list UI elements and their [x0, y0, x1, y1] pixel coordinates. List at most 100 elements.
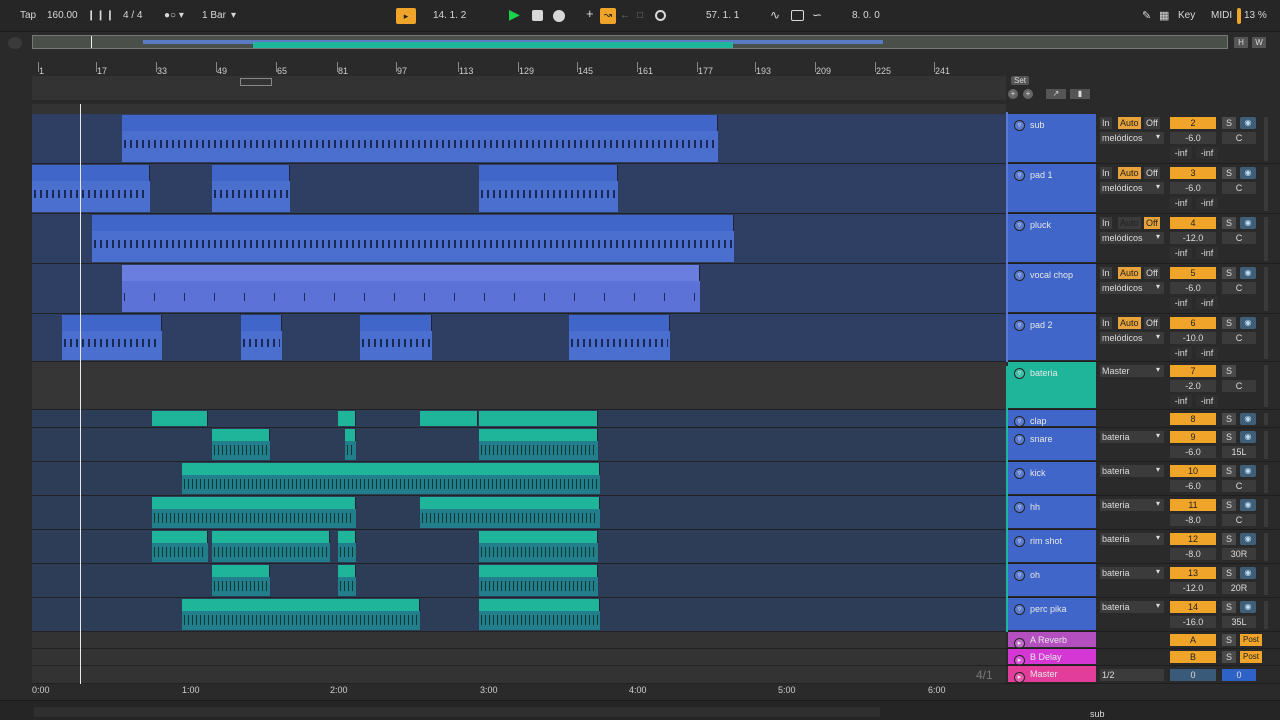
send-b-field[interactable]: -inf: [1196, 247, 1218, 259]
solo-button[interactable]: S: [1222, 365, 1236, 377]
clip[interactable]: [479, 165, 618, 212]
clip[interactable]: [122, 115, 718, 162]
track-lane[interactable]: [32, 632, 1006, 649]
auto-button[interactable]: Auto: [1118, 317, 1141, 329]
arrangement-position-field[interactable]: 14. 1. 2: [433, 9, 466, 23]
volume-field[interactable]: -12.0: [1170, 232, 1216, 244]
draw-mode-icon[interactable]: ✎: [1142, 9, 1151, 23]
loop-start-field[interactable]: 57. 1. 1: [706, 9, 739, 23]
output-routing-menu[interactable]: melódicos: [1100, 182, 1164, 194]
return-name-A[interactable]: ▸ A Reverb: [1008, 632, 1096, 649]
locator-strip[interactable]: [32, 76, 1006, 100]
solo-button[interactable]: S: [1222, 533, 1236, 545]
track-lane[interactable]: [32, 314, 1006, 362]
track-lane[interactable]: [32, 462, 1006, 496]
arrangement-view[interactable]: [32, 104, 1006, 684]
track-name-snare[interactable]: ▿ snare: [1008, 428, 1096, 460]
chevron-down-icon[interactable]: ▾: [231, 9, 236, 23]
volume-field[interactable]: -6.0: [1170, 132, 1216, 144]
pan-field[interactable]: 20R: [1222, 582, 1256, 594]
clip[interactable]: [338, 411, 356, 426]
clip[interactable]: [212, 565, 270, 596]
clip[interactable]: [212, 165, 290, 212]
master-pan[interactable]: 0: [1222, 669, 1256, 681]
add-marker-icon[interactable]: +: [1023, 89, 1033, 99]
clip[interactable]: [241, 315, 282, 360]
output-routing-menu[interactable]: melódicos: [1100, 232, 1164, 244]
fold-icon[interactable]: ▿: [1014, 416, 1025, 427]
reenable-automation-icon[interactable]: ←: [620, 9, 630, 23]
loop-icon[interactable]: [791, 10, 804, 21]
output-routing-menu[interactable]: bateria: [1100, 499, 1164, 511]
clip[interactable]: [479, 565, 598, 596]
arm-icon[interactable]: ◉: [1240, 465, 1256, 477]
punch-out-icon[interactable]: ∽: [812, 8, 822, 22]
chevron-down-icon[interactable]: ▾: [1156, 499, 1160, 508]
return-name-B[interactable]: ▸ B Delay: [1008, 649, 1096, 666]
volume-field[interactable]: -16.0: [1170, 616, 1216, 628]
fold-icon[interactable]: ▿: [1014, 170, 1025, 181]
track-name-hh[interactable]: ▿ hh: [1008, 496, 1096, 528]
track-name-pluck[interactable]: ▿ pluck: [1008, 214, 1096, 262]
auto-button[interactable]: Auto: [1118, 167, 1141, 179]
volume-field[interactable]: -2.0: [1170, 380, 1216, 392]
chevron-down-icon[interactable]: ▾: [1156, 282, 1160, 291]
fold-icon[interactable]: ▿: [1014, 502, 1025, 513]
solo-button[interactable]: S: [1222, 413, 1236, 425]
solo-button[interactable]: S: [1222, 117, 1236, 129]
quantize-menu[interactable]: 1 Bar: [202, 9, 226, 23]
track-name-bateria[interactable]: ▿ bateria: [1008, 362, 1096, 408]
stop-icon[interactable]: [532, 10, 543, 21]
send-b-field[interactable]: -inf: [1196, 395, 1218, 407]
clip[interactable]: [152, 497, 356, 528]
clip[interactable]: [569, 315, 670, 360]
pan-field[interactable]: C: [1222, 232, 1256, 244]
pan-field[interactable]: 35L: [1222, 616, 1256, 628]
auto-button[interactable]: Auto: [1118, 117, 1141, 129]
add-locator-icon[interactable]: +: [1008, 89, 1018, 99]
fold-icon[interactable]: ▸: [1014, 655, 1025, 666]
track-name-oh[interactable]: ▿ oh: [1008, 564, 1096, 596]
solo-button[interactable]: S: [1222, 465, 1236, 477]
track-name-pad-2[interactable]: ▿ pad 2: [1008, 314, 1096, 360]
chevron-down-icon[interactable]: ▾: [1156, 132, 1160, 141]
chevron-down-icon[interactable]: ▾: [1156, 431, 1160, 440]
output-routing-menu[interactable]: bateria: [1100, 431, 1164, 443]
loop-brace[interactable]: [240, 78, 272, 86]
arm-icon[interactable]: ◉: [1240, 533, 1256, 545]
arm-icon[interactable]: ◉: [1240, 567, 1256, 579]
metronome-icon[interactable]: ●○ ▾: [164, 9, 184, 23]
fold-icon[interactable]: ▿: [1014, 434, 1025, 445]
clip[interactable]: [338, 531, 356, 562]
chevron-down-icon[interactable]: ▾: [1156, 182, 1160, 191]
output-routing-menu[interactable]: bateria: [1100, 465, 1164, 477]
clip[interactable]: [479, 411, 598, 426]
session-record-icon[interactable]: [655, 10, 666, 21]
track-lane[interactable]: [32, 428, 1006, 462]
return-letter[interactable]: A: [1170, 634, 1216, 646]
metronome-bars-icon[interactable]: ❙❙❙: [87, 9, 115, 23]
fold-icon[interactable]: ▿: [1014, 368, 1025, 379]
arm-icon[interactable]: ◉: [1240, 117, 1256, 129]
fold-icon[interactable]: ▸: [1014, 638, 1025, 649]
fold-icon[interactable]: ▿: [1014, 120, 1025, 131]
clip[interactable]: [479, 429, 598, 460]
volume-field[interactable]: -6.0: [1170, 480, 1216, 492]
solo-button[interactable]: S: [1222, 167, 1236, 179]
volume-field[interactable]: -6.0: [1170, 446, 1216, 458]
send-b-field[interactable]: -inf: [1196, 297, 1218, 309]
post-button[interactable]: Post: [1240, 634, 1262, 646]
pan-field[interactable]: C: [1222, 480, 1256, 492]
clip[interactable]: [338, 565, 356, 596]
output-routing-menu[interactable]: melódicos: [1100, 132, 1164, 144]
track-name-perc-pika[interactable]: ▿ perc pika: [1008, 598, 1096, 630]
clip[interactable]: [420, 411, 478, 426]
volume-field[interactable]: -6.0: [1170, 282, 1216, 294]
track-name-vocal-chop[interactable]: ▿ vocal chop: [1008, 264, 1096, 312]
input-button[interactable]: In: [1100, 217, 1112, 229]
beat-ruler[interactable]: 1 17 33 49 65 81 97 113 129 145 161 177 193 209 225 241: [32, 62, 1006, 76]
track-lane[interactable]: [32, 164, 1006, 214]
track-number[interactable]: 12: [1170, 533, 1216, 545]
arm-icon[interactable]: ◉: [1240, 431, 1256, 443]
return-letter[interactable]: B: [1170, 651, 1216, 663]
